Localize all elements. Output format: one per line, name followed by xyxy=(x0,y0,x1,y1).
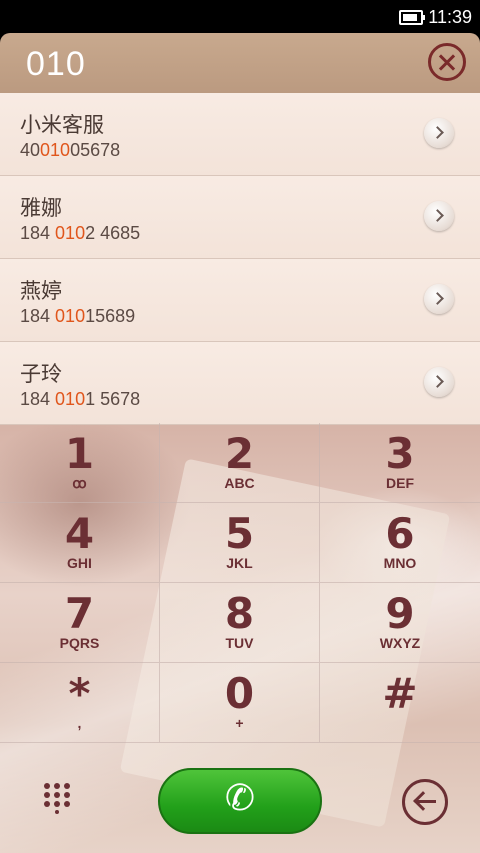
contact-number: 184 0101 5678 xyxy=(20,389,141,409)
dial-keypad: 1ꝏ 2 ABC 3 DEF 4 GHI 5 JKL 6 MNO 7 PQRS 8 TUV 9… xyxy=(0,423,480,743)
contact-result[interactable]: 雅娜 184 0102 4685 xyxy=(0,176,480,259)
contact-number: 184 0102 4685 xyxy=(20,223,141,243)
contact-name: 燕婷 xyxy=(20,279,62,303)
call-button[interactable]: ✆ xyxy=(158,768,322,834)
key-1[interactable]: 1ꝏ xyxy=(0,423,160,503)
dialer-app: 010 小米客服 4001005678 雅娜 184 0102 4685 燕婷 … xyxy=(0,33,480,853)
search-results: 小米客服 4001005678 雅娜 184 0102 4685 燕婷 184 … xyxy=(0,93,480,425)
action-bar: ✆ xyxy=(0,763,480,853)
key-9[interactable]: 9 WXYZ xyxy=(320,583,480,663)
key-5[interactable]: 5 JKL xyxy=(160,503,320,583)
key-4[interactable]: 4 GHI xyxy=(0,503,160,583)
key-8[interactable]: 8 TUV xyxy=(160,583,320,663)
chevron-right-icon[interactable] xyxy=(424,284,454,314)
contact-name: 子玲 xyxy=(20,362,62,386)
dialed-number: 010 xyxy=(26,45,86,83)
chevron-right-icon[interactable] xyxy=(424,367,454,397)
dial-header: 010 xyxy=(0,33,480,93)
status-bar: 11:39 xyxy=(0,0,480,33)
matched-digits: 010 xyxy=(55,223,86,243)
back-arrow-circle-icon[interactable] xyxy=(402,779,448,825)
key-3[interactable]: 3 DEF xyxy=(320,423,480,503)
status-time: 11:39 xyxy=(428,7,472,27)
matched-digits: 010 xyxy=(55,389,86,409)
chevron-right-icon[interactable] xyxy=(424,118,454,148)
voicemail-icon: ꝏ xyxy=(72,475,87,491)
contact-number: 4001005678 xyxy=(20,140,121,160)
contact-result[interactable]: 燕婷 184 01015689 xyxy=(0,259,480,342)
matched-digits: 010 xyxy=(40,140,71,160)
key-2[interactable]: 2 ABC xyxy=(160,423,320,503)
key-7[interactable]: 7 PQRS xyxy=(0,583,160,663)
key-star[interactable]: *, xyxy=(0,663,160,743)
contact-name: 雅娜 xyxy=(20,196,62,220)
chevron-right-icon[interactable] xyxy=(424,201,454,231)
clear-icon[interactable] xyxy=(428,43,466,81)
contact-result[interactable]: 小米客服 4001005678 xyxy=(0,93,480,176)
battery-icon xyxy=(399,10,425,25)
key-hash[interactable]: # xyxy=(320,663,480,743)
matched-digits: 010 xyxy=(55,306,86,326)
dialpad-grid-icon[interactable] xyxy=(44,783,74,817)
key-0[interactable]: 0 + xyxy=(160,663,320,743)
contact-result[interactable]: 子玲 184 0101 5678 xyxy=(0,342,480,425)
phone-icon: ✆ xyxy=(224,778,256,819)
key-6[interactable]: 6 MNO xyxy=(320,503,480,583)
contact-number: 184 01015689 xyxy=(20,306,136,326)
contact-name: 小米客服 xyxy=(20,113,104,137)
